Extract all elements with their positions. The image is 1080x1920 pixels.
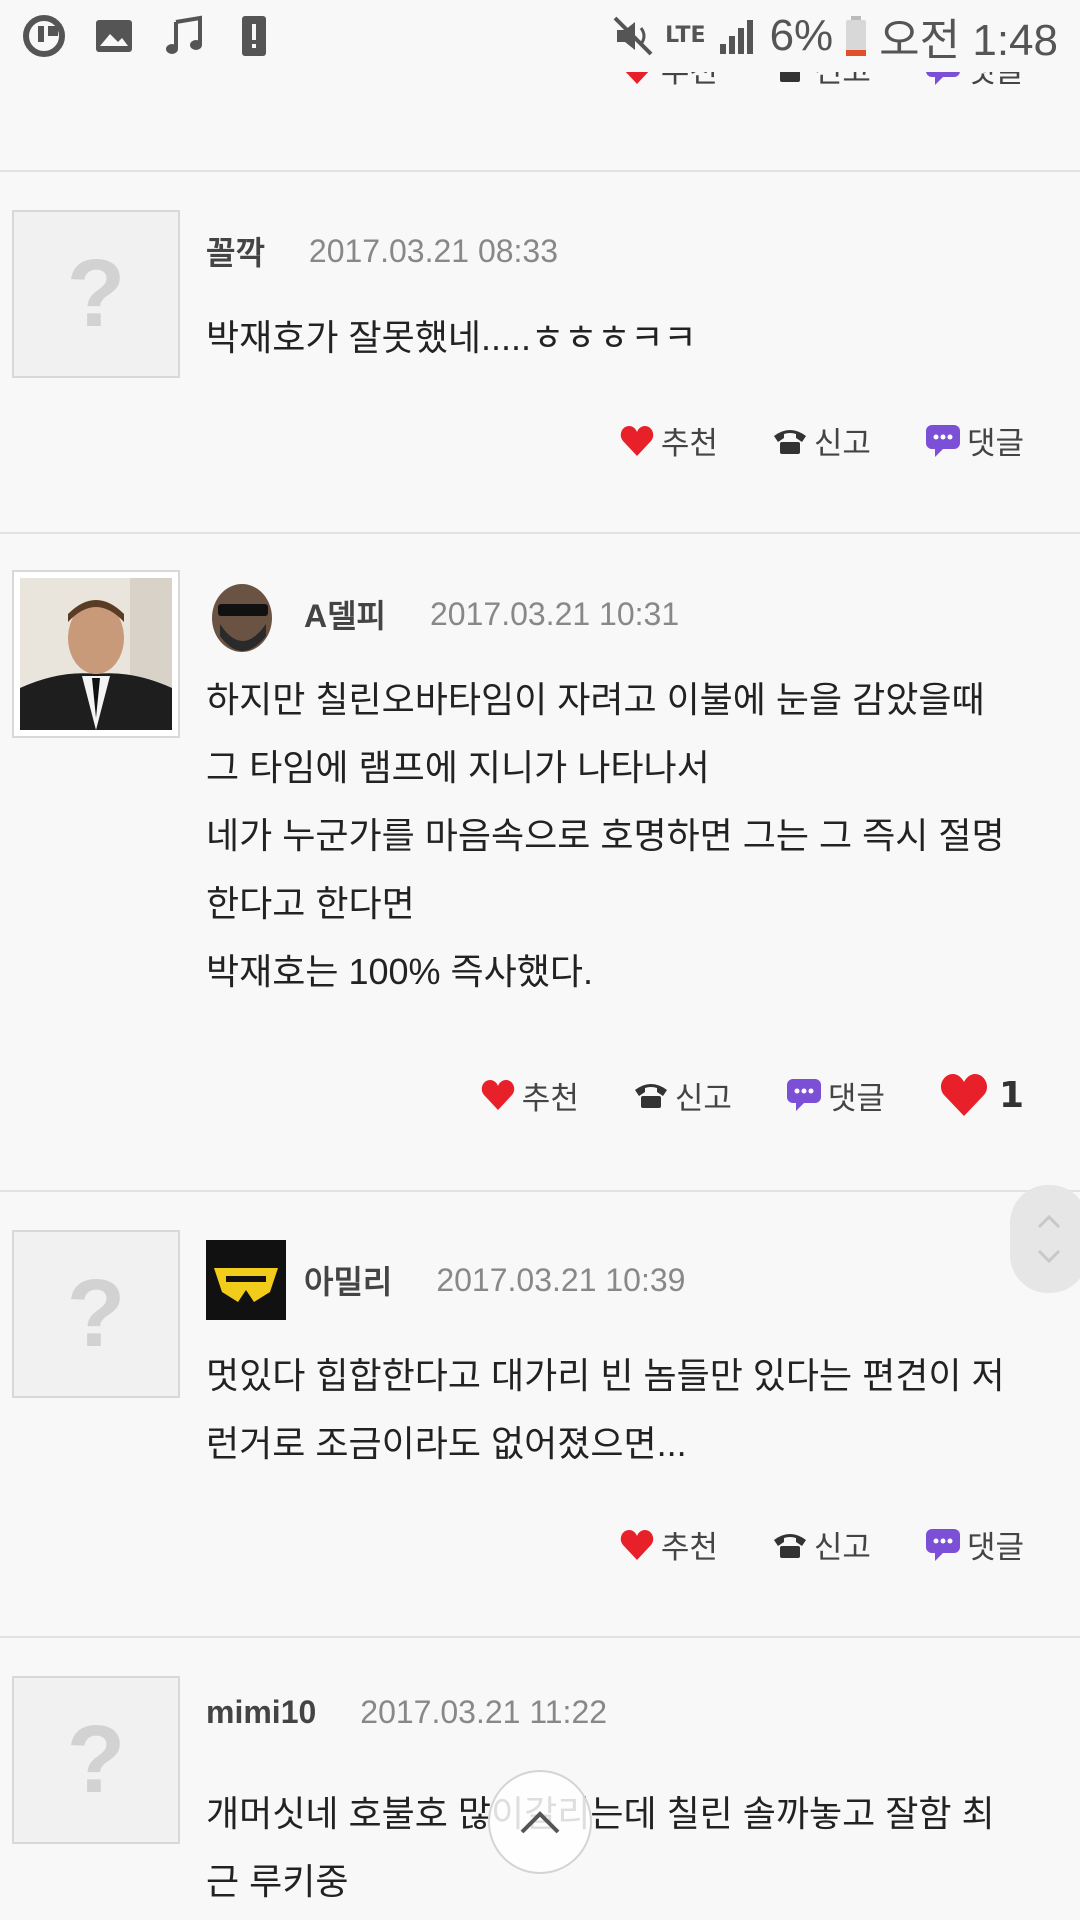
chevron-up-icon[interactable] [1036,1214,1062,1230]
comment-date: 2017.03.21 11:22 [360,1694,608,1730]
big-heart-icon [940,1074,987,1116]
reply-label: 댓글 [827,1080,885,1116]
report-button[interactable]: 신고 [633,1073,732,1118]
comment-line: 그 타임에 램프에 지니가 나타나서 [206,747,710,788]
comment-date: 2017.03.21 08:33 [308,232,559,269]
author-name[interactable]: A델피 [304,591,386,637]
comment-body: 멋있다 힙합한다고 대가리 빈 놈들만 있다는 편견이 저 런거로 조금이라도 … [206,1342,1056,1478]
comment-meta: mimi10 2017.03.21 11:22 [206,1694,607,1731]
avatar-placeholder[interactable]: ? [12,1230,180,1398]
heart-icon [620,1529,654,1560]
scroll-control[interactable] [1010,1185,1080,1293]
alert-icon [232,14,276,58]
comment-item: ? 꼴깍 2017.03.21 08:33 박재호가 잘못했네.....ㅎㅎㅎㅋ… [0,172,1080,534]
comment-line: 런거로 조금이라도 없어졌으면... [206,1423,687,1464]
question-mark-icon: ? [66,1260,126,1367]
comment-line: 한다고 한다면 [206,883,415,924]
speech-bubble-icon [925,424,960,457]
heart-icon [481,1080,515,1110]
recommend-label: 추천 [521,1080,579,1116]
reply-label: 댓글 [966,1530,1024,1565]
battery-percent: 6% [769,11,834,60]
scroll-to-top-button[interactable] [488,1770,592,1874]
chevron-up-icon [520,1811,560,1834]
status-bar: LTE 6% 오전 1:48 [0,0,1080,72]
comment-line: 네가 누군가를 마음속으로 호명하면 그는 그 즉시 절명 [206,815,1005,856]
user-icon[interactable] [206,574,286,654]
author-name[interactable]: 꼴깍 [206,228,265,274]
comment-meta: 아밀리 2017.03.21 10:39 [206,1240,685,1320]
speech-bubble-icon [925,1528,960,1561]
action-bar: 추천 신고 댓글 1 [480,1072,1024,1118]
comment-line: 근 루키중 [206,1861,349,1902]
heart-icon [620,425,654,456]
recommend-label: 추천 [660,1530,718,1565]
comment-body: 하지만 칠린오바타임이 자려고 이불에 눈을 감았을때 그 타임에 램프에 지니… [206,666,1056,1006]
network-type: LTE [665,23,706,48]
image-icon [92,14,136,58]
phone-icon [773,1533,806,1558]
like-count: 1 [939,1072,1024,1118]
user-icon[interactable] [206,1240,286,1320]
u-plus-icon [22,14,66,58]
phone-icon [634,1084,667,1108]
recommend-button[interactable]: 추천 [480,1073,579,1118]
comment-date: 2017.03.21 10:31 [430,595,680,632]
chevron-down-icon[interactable] [1036,1248,1062,1264]
speech-bubble-icon [786,1079,821,1111]
man-in-suit-photo [20,578,172,730]
question-mark-icon: ? [66,1706,126,1813]
recommend-button[interactable]: 추천 [619,418,718,463]
comment-line: 박재호가 잘못했네.....ㅎㅎㅎㅋㅋ [206,317,697,358]
report-button[interactable]: 신고 [772,418,871,463]
report-label: 신고 [813,426,871,461]
comment-line: 박재호는 100% 즉사했다. [206,951,594,992]
comment-body: 개머싯네 호불호 많이갈리는데 칠린 솔까놓고 잘함 최 근 루키중 [206,1780,1056,1916]
report-button[interactable]: 신고 [772,1522,871,1567]
mute-icon [611,14,655,58]
signal-icon [716,14,760,58]
comment-line: 하지만 칠린오바타임이 자려고 이불에 눈을 감았을때 [206,679,985,720]
previous-comment-tail: 추천 신고 댓글 [0,52,1080,172]
avatar-placeholder[interactable]: ? [12,1676,180,1844]
author-name[interactable]: mimi10 [206,1694,316,1731]
question-mark-icon: ? [66,240,126,347]
comment-meta: 꼴깍 2017.03.21 08:33 [206,228,558,274]
report-label: 신고 [813,1530,871,1565]
comment-meta: A델피 2017.03.21 10:31 [206,574,679,654]
reply-button[interactable]: 댓글 [925,418,1024,463]
reply-button[interactable]: 댓글 [925,1522,1024,1567]
music-icon [162,14,206,58]
phone-icon [773,429,806,454]
comment-line: 개머싯네 호불호 많이갈리는데 칠린 솔까놓고 잘함 최 [206,1793,995,1834]
clock: 오전 1:48 [879,16,1058,65]
like-count-value: 1 [998,1074,1024,1116]
reply-label: 댓글 [966,426,1024,461]
reply-button[interactable]: 댓글 [786,1073,885,1118]
comment-line: 멋있다 힙합한다고 대가리 빈 놈들만 있다는 편견이 저 [206,1355,1005,1396]
battery-icon [843,14,869,58]
author-name[interactable]: 아밀리 [304,1257,392,1303]
action-bar: 추천 신고 댓글 [619,1522,1024,1567]
comment-item: ? 아밀리 2017.03.21 10:39 멋있다 힙합한다고 대가리 빈 놈… [0,1192,1080,1638]
comment-date: 2017.03.21 10:39 [436,1261,686,1298]
recommend-button[interactable]: 추천 [619,1522,718,1567]
action-bar: 추천 신고 댓글 [619,418,1024,463]
avatar-photo[interactable] [12,570,180,738]
comment-item: A델피 2017.03.21 10:31 하지만 칠린오바타임이 자려고 이불에… [0,534,1080,1192]
recommend-label: 추천 [660,426,718,461]
comment-body: 박재호가 잘못했네.....ㅎㅎㅎㅋㅋ [206,304,1056,372]
report-label: 신고 [674,1080,732,1116]
avatar-placeholder[interactable]: ? [12,210,180,378]
